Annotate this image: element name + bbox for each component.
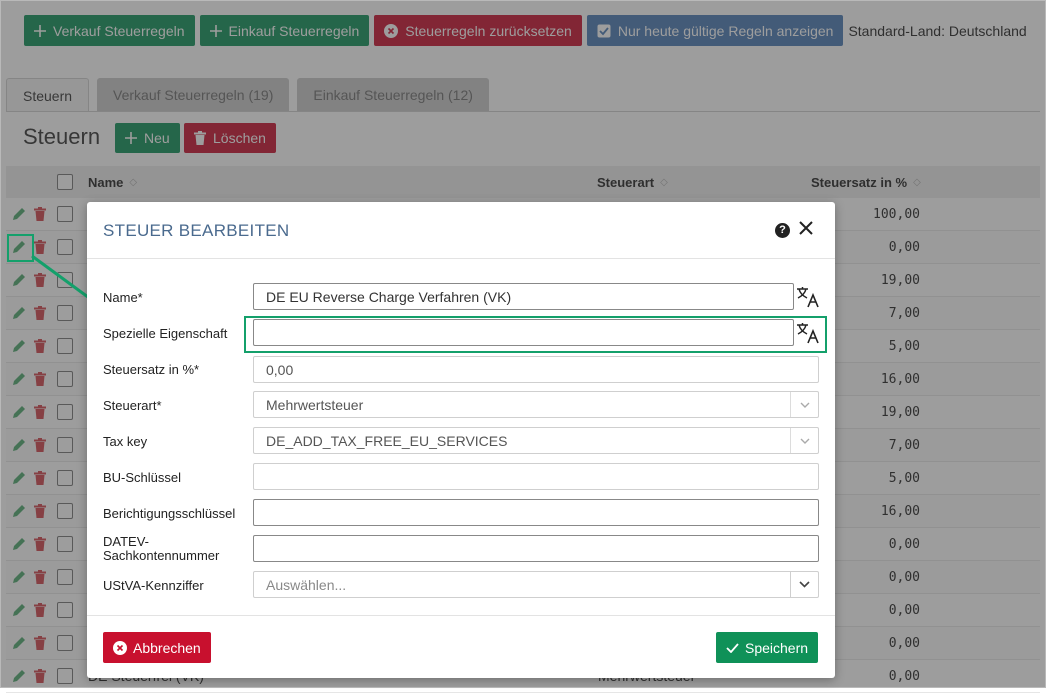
tax-rate-input[interactable]: 0,00 bbox=[253, 356, 819, 383]
ustva-select[interactable]: Auswählen... bbox=[253, 571, 819, 598]
chevron-down-icon bbox=[790, 392, 818, 417]
dialog-title: STEUER BEARBEITEN bbox=[103, 221, 290, 240]
tax-type-value: Mehrwertsteuer bbox=[266, 397, 364, 413]
close-circle-icon bbox=[113, 640, 127, 655]
datev-account-label: DATEV- Sachkontennummer bbox=[103, 535, 219, 563]
ustva-label: UStVA-Kennziffer bbox=[103, 578, 204, 593]
tax-type-select[interactable]: Mehrwertsteuer bbox=[253, 391, 819, 418]
tax-key-value: DE_ADD_TAX_FREE_EU_SERVICES bbox=[266, 433, 508, 449]
check-icon bbox=[726, 642, 739, 653]
highlight-special-property bbox=[244, 316, 827, 353]
tax-rate-value: 0,00 bbox=[266, 362, 294, 378]
dialog-footer-divider bbox=[87, 615, 835, 616]
datev-label-line2: Sachkontennummer bbox=[103, 548, 220, 563]
tax-key-select[interactable]: DE_ADD_TAX_FREE_EU_SERVICES bbox=[253, 427, 819, 454]
correction-key-label: Berichtigungsschlüssel bbox=[103, 506, 236, 521]
close-icon[interactable] bbox=[798, 220, 814, 241]
datev-label-line1: DATEV- bbox=[103, 534, 149, 549]
chevron-down-icon bbox=[790, 428, 818, 453]
bu-key-input[interactable] bbox=[253, 463, 819, 490]
dialog-header-divider bbox=[87, 258, 835, 259]
name-label: Name* bbox=[103, 290, 143, 305]
name-input[interactable]: DE EU Reverse Charge Verfahren (VK) bbox=[253, 283, 794, 310]
tax-rate-label: Steuersatz in %* bbox=[103, 362, 200, 377]
bu-key-label: BU-Schlüssel bbox=[103, 470, 182, 485]
cancel-button[interactable]: Abbrechen bbox=[103, 632, 211, 663]
datev-account-input[interactable] bbox=[253, 535, 819, 562]
save-label: Speichern bbox=[745, 639, 809, 656]
chevron-down-icon bbox=[790, 572, 818, 597]
save-button[interactable]: Speichern bbox=[716, 632, 819, 663]
correction-key-input[interactable] bbox=[253, 499, 819, 526]
tax-key-label: Tax key bbox=[103, 434, 148, 449]
special-property-label: Spezielle Eigenschaft bbox=[103, 326, 228, 341]
cancel-label: Abbrechen bbox=[133, 639, 201, 656]
ustva-placeholder: Auswählen... bbox=[266, 577, 347, 593]
name-input-value: DE EU Reverse Charge Verfahren (VK) bbox=[266, 289, 512, 305]
edit-tax-dialog: STEUER BEARBEITEN ? Name* DE EU Reverse … bbox=[87, 202, 835, 678]
translate-icon[interactable] bbox=[796, 286, 820, 313]
tax-type-label: Steuerart* bbox=[103, 398, 162, 413]
help-icon[interactable]: ? bbox=[775, 223, 790, 238]
